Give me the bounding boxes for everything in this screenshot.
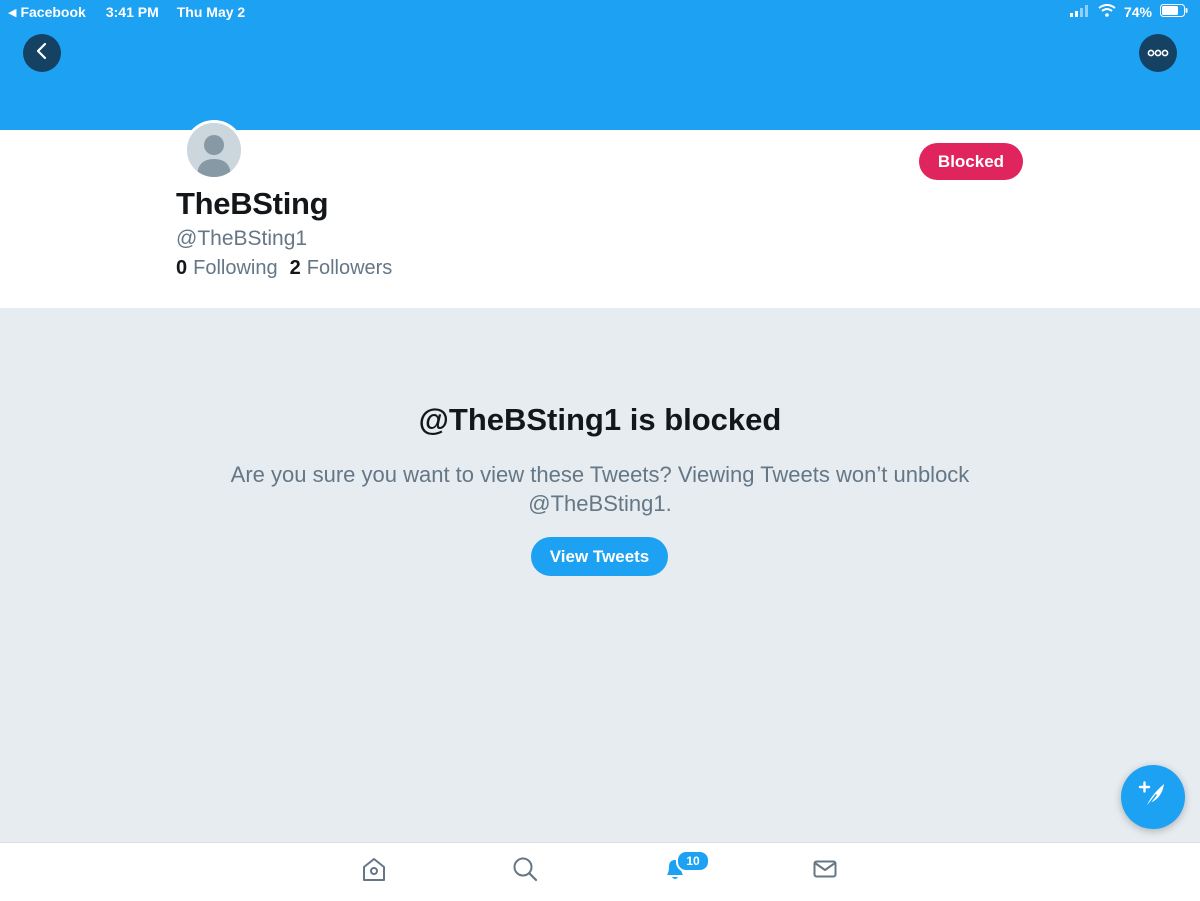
signal-icon	[1069, 4, 1090, 20]
followers-count: 2	[289, 257, 301, 279]
compose-tweet-button[interactable]	[1121, 765, 1185, 829]
back-button[interactable]	[23, 34, 61, 72]
status-bar: ◀ Facebook 3:41 PM Thu May 2 74%	[0, 0, 1200, 24]
blocked-button[interactable]: Blocked	[919, 143, 1023, 180]
home-icon	[360, 855, 388, 888]
profile-stats: 0 Following 2 Followers	[176, 257, 398, 280]
wifi-icon	[1098, 4, 1116, 20]
back-app-label: Facebook	[20, 4, 86, 20]
status-date: Thu May 2	[176, 4, 246, 20]
blocked-notice-title: @TheBSting1 is blocked	[418, 402, 782, 437]
tab-search[interactable]	[510, 856, 540, 886]
battery-percent: 74%	[1123, 4, 1152, 20]
tab-messages[interactable]	[810, 856, 840, 886]
default-avatar-icon	[187, 123, 241, 177]
battery-icon	[1160, 4, 1188, 20]
back-triangle-icon: ◀	[8, 6, 17, 19]
followers-label: Followers	[306, 257, 393, 279]
compose-feather-plus-icon	[1136, 778, 1170, 817]
profile-display-name: TheBSting	[176, 186, 329, 221]
profile-handle: @TheBSting1	[176, 227, 308, 250]
search-icon	[511, 855, 539, 888]
avatar[interactable]	[184, 120, 244, 180]
tab-home[interactable]	[359, 856, 389, 886]
chevron-left-icon	[35, 42, 49, 65]
bottom-tab-bar	[0, 842, 1200, 901]
more-options-button[interactable]	[1139, 34, 1177, 72]
notifications-badge: 10	[676, 850, 710, 872]
more-dots-icon	[1147, 44, 1169, 62]
followers-link[interactable]: 2 Followers	[290, 257, 393, 280]
blocked-notice-message: Are you sure you want to view these Twee…	[230, 462, 970, 516]
following-count: 0	[176, 257, 188, 279]
back-to-app-link[interactable]: ◀ Facebook	[8, 4, 86, 20]
status-time: 3:41 PM	[105, 4, 159, 20]
messages-envelope-icon	[811, 855, 839, 888]
view-tweets-button[interactable]: View Tweets	[531, 537, 668, 576]
following-label: Following	[193, 257, 278, 279]
following-link[interactable]: 0 Following	[176, 257, 278, 280]
